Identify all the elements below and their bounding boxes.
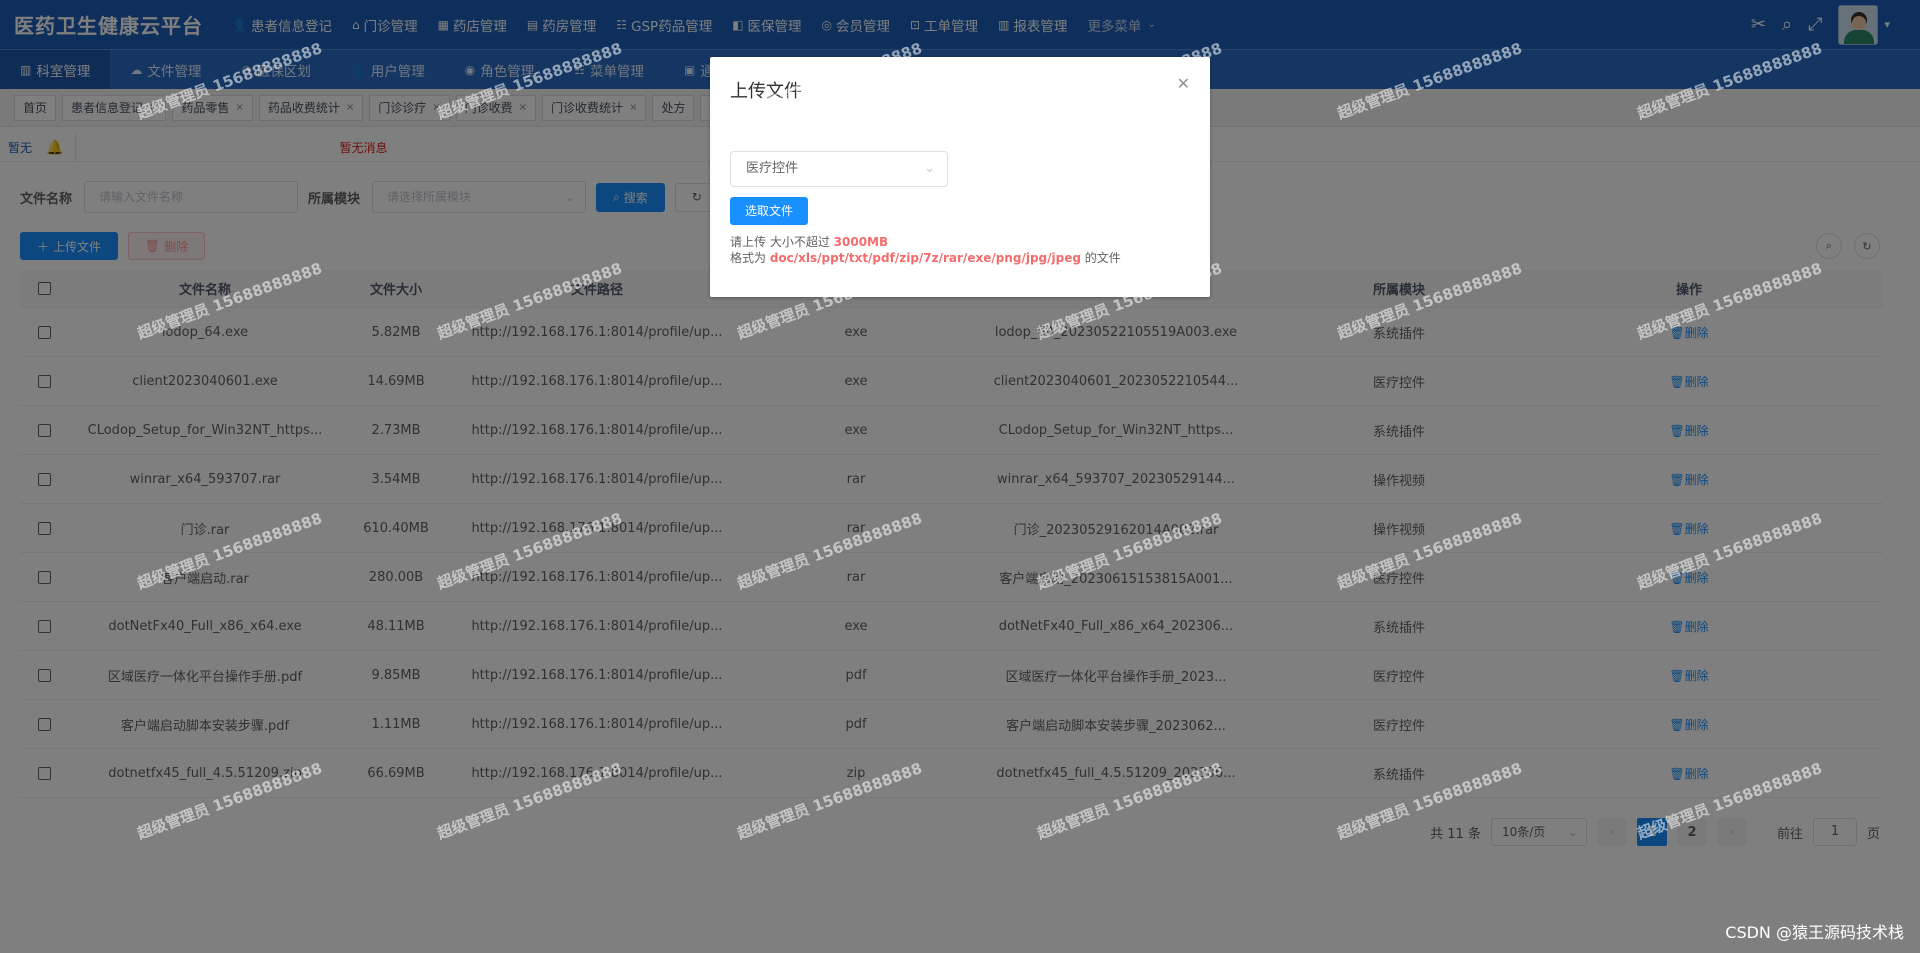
close-icon[interactable]: ✕ [1177, 74, 1190, 93]
module-select-value: 医疗控件 [746, 161, 799, 176]
tip-format-suffix: 的文件 [1080, 251, 1121, 265]
tip-format-prefix: 格式为 [730, 251, 770, 265]
upload-tip: 请上传 大小不超过 3000MB 格式为 doc/xls/ppt/txt/pdf… [730, 234, 1121, 266]
tip-size-prefix: 请上传 大小不超过 [730, 235, 834, 249]
chevron-down-icon: ⌄ [924, 161, 935, 176]
module-select-dialog[interactable]: 医疗控件 ⌄ [730, 151, 948, 187]
csdn-watermark: CSDN @猿王源码技术栈 [1725, 923, 1904, 942]
tip-size: 3000MB [833, 235, 889, 249]
tip-formats: doc/xls/ppt/txt/pdf/zip/7z/rar/exe/png/j… [769, 251, 1081, 265]
pick-file-button[interactable]: 选取文件 [730, 197, 809, 225]
upload-dialog: 上传文件 ✕ 医疗控件 ⌄ 选取文件 请上传 大小不超过 3000MB 格式为 … [710, 57, 1210, 297]
dialog-title: 上传文件 [730, 81, 802, 102]
